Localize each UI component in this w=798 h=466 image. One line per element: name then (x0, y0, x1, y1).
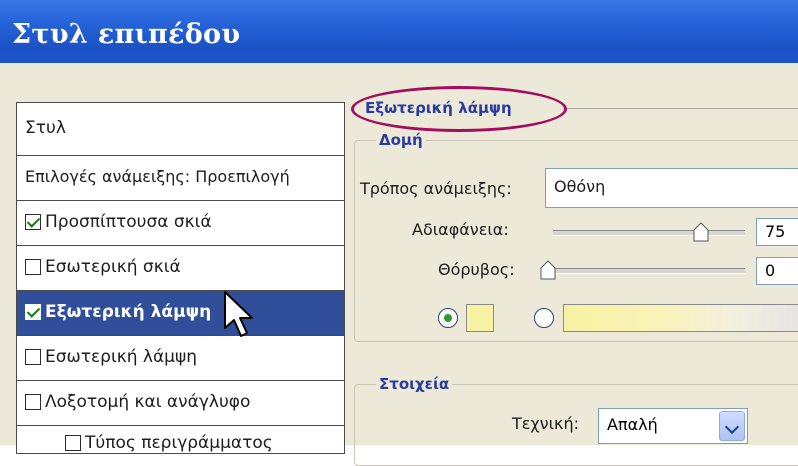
inner-glow-checkbox[interactable] (25, 349, 41, 365)
blending-options-item[interactable]: Επιλογές ανάμειξης: Προεπιλογή (17, 156, 344, 200)
style-item-contour[interactable]: Τύπος περιγράμματος (17, 426, 344, 453)
opacity-label: Αδιαφάνεια: (412, 220, 509, 239)
technique-label: Τεχνική: (512, 414, 579, 433)
style-item-label: Εσωτερική λάμψη (45, 347, 197, 367)
style-item-inner-glow[interactable]: Εσωτερική λάμψη (17, 336, 344, 380)
outer-glow-checkbox[interactable] (25, 304, 41, 320)
window-title: Στυλ επιπέδου (12, 19, 241, 50)
drop-shadow-checkbox[interactable] (25, 214, 41, 230)
style-list-header[interactable]: Στυλ (17, 103, 344, 155)
solid-color-radio[interactable] (438, 308, 458, 328)
style-item-label: Προσπίπτουσα σκιά (45, 212, 212, 232)
dropdown-arrow-icon[interactable] (719, 411, 745, 441)
noise-label: Θόρυβος: (438, 260, 515, 279)
cursor-arrow-icon (224, 291, 253, 337)
opacity-slider[interactable] (553, 230, 745, 236)
style-item-label: Τύπος περιγράμματος (85, 433, 273, 453)
style-item-outer-glow[interactable]: Εξωτερική λάμψη (17, 291, 344, 335)
title-bar: Στυλ επιπέδου (0, 0, 798, 63)
opacity-value-field[interactable]: 75 (756, 218, 798, 246)
glow-color-swatch[interactable] (466, 304, 494, 332)
noise-slider-thumb[interactable] (540, 260, 556, 280)
opacity-slider-thumb[interactable] (693, 222, 709, 242)
noise-slider[interactable] (545, 268, 745, 274)
style-item-label: Εσωτερική σκιά (45, 257, 181, 277)
contour-checkbox[interactable] (65, 435, 81, 451)
style-list: Στυλ Επιλογές ανάμειξης: Προεπιλογή Προσ… (16, 102, 345, 454)
style-item-drop-shadow[interactable]: Προσπίπτουσα σκιά (17, 201, 344, 245)
structure-group-title: Δομή (376, 131, 426, 149)
gradient-radio[interactable] (534, 308, 554, 328)
style-item-bevel-emboss[interactable]: Λοξοτομή και ανάγλυφο (17, 381, 344, 425)
style-item-label: Λοξοτομή και ανάγλυφο (45, 392, 251, 412)
blend-mode-value: Οθόνη (554, 177, 606, 196)
gradient-swatch[interactable] (563, 304, 798, 332)
noise-value: 0 (765, 261, 776, 280)
style-list-header-label: Στυλ (25, 118, 66, 138)
highlight-ellipse (351, 86, 567, 132)
style-item-label: Εξωτερική λάμψη (45, 302, 212, 322)
blend-mode-label: Τρόπος ανάμειξης: (360, 179, 512, 198)
inner-shadow-checkbox[interactable] (25, 259, 41, 275)
bevel-emboss-checkbox[interactable] (25, 394, 41, 410)
technique-value: Απαλή (607, 415, 658, 434)
section-rule (566, 108, 798, 109)
blend-mode-select[interactable]: Οθόνη (545, 168, 798, 208)
opacity-value: 75 (765, 222, 786, 241)
elements-group-title: Στοιχεία (376, 375, 453, 393)
technique-select[interactable]: Απαλή (598, 408, 748, 444)
noise-value-field[interactable]: 0 (756, 257, 798, 285)
style-item-inner-shadow[interactable]: Εσωτερική σκιά (17, 246, 344, 290)
blending-options-label: Επιλογές ανάμειξης: Προεπιλογή (25, 167, 290, 186)
